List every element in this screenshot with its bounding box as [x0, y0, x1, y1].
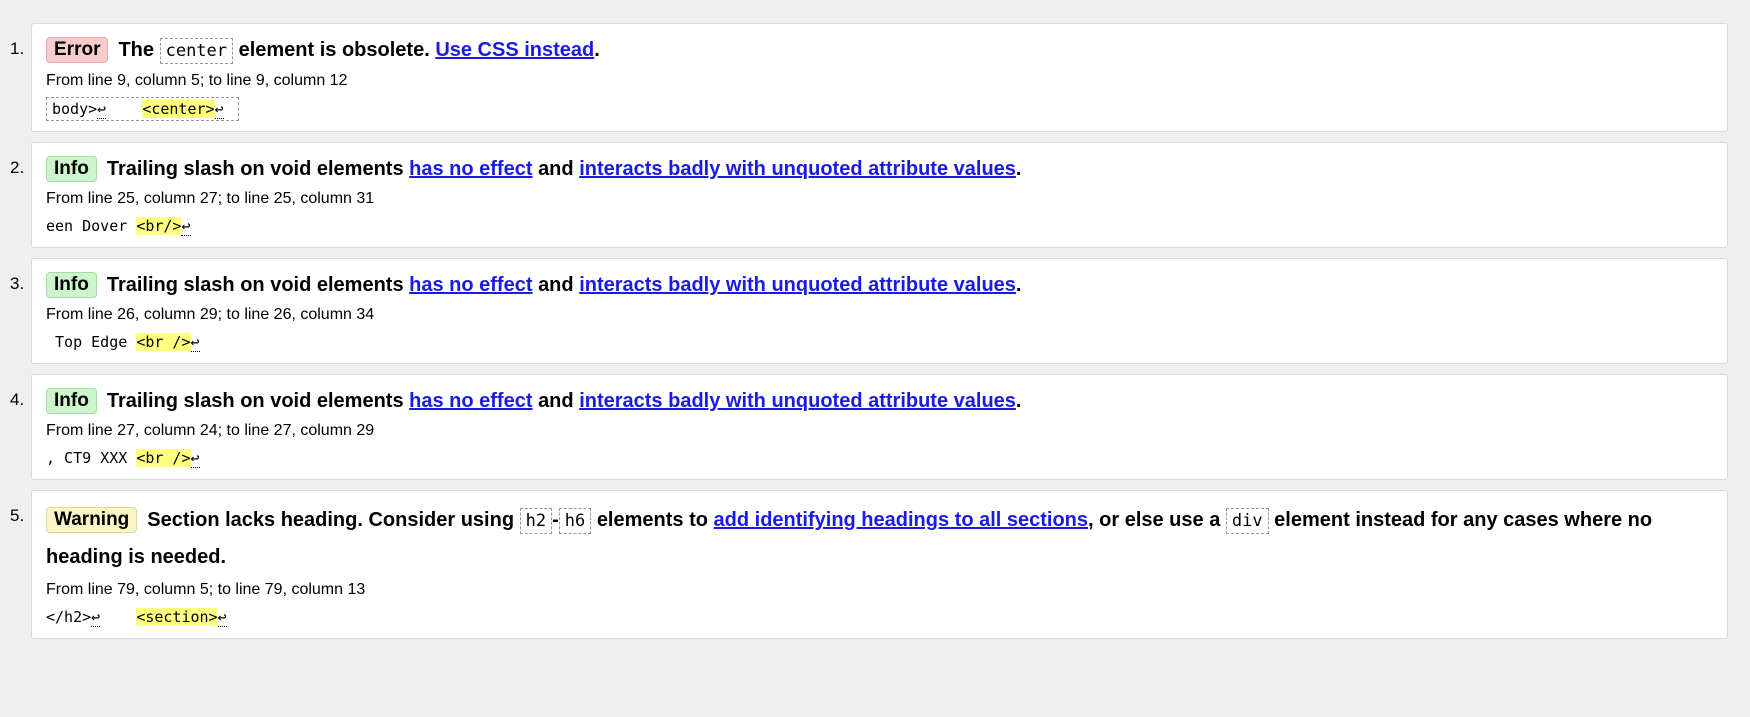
message-text-end: .	[1015, 274, 1022, 296]
message-text: Trailing slash on void elements	[106, 390, 404, 412]
message-text: Section lacks heading. Consider using	[147, 509, 515, 531]
message-text: Trailing slash on void elements	[106, 274, 404, 296]
validation-results-list: 1. Error The center element is obsolete. …	[0, 0, 1750, 639]
message-text: element is obsolete.	[238, 39, 430, 61]
info-badge: Info	[46, 272, 97, 298]
message-text-end: .	[1015, 158, 1022, 180]
linefeed-icon: ↩	[91, 608, 101, 627]
message-number: 5.	[10, 506, 25, 525]
message-item: 5. Warning Section lacks heading. Conside…	[10, 490, 1728, 639]
code-element-name: center	[159, 38, 234, 64]
message-item: 1. Error The center element is obsolete. …	[10, 23, 1728, 132]
code-element-name: h6	[558, 508, 592, 534]
linefeed-icon: ↩	[214, 100, 224, 119]
add-identifying-headings-link[interactable]: add identifying headings to all sections	[714, 509, 1089, 531]
use-css-link[interactable]: Use CSS instead	[435, 39, 594, 61]
extract-highlight: <br/>	[136, 217, 182, 235]
extract-highlight: <br />	[136, 333, 191, 351]
has-no-effect-link[interactable]: has no effect	[409, 274, 532, 296]
source-extract: body>↩ <center>↩	[46, 97, 239, 121]
linefeed-icon: ↩	[217, 608, 227, 627]
message-location: From line 79, column 5; to line 79, colu…	[46, 581, 366, 598]
warning-badge: Warning	[46, 507, 138, 533]
source-extract: Top Edge <br />↩	[46, 331, 200, 353]
unquoted-attribute-values-link[interactable]: interacts badly with unquoted attribute …	[579, 274, 1016, 296]
linefeed-icon: ↩	[190, 333, 200, 352]
message-text: elements to	[596, 509, 708, 531]
message-number: 3.	[10, 274, 25, 293]
extract-highlight: <center>	[142, 100, 215, 118]
extract-context: </h2>	[46, 608, 92, 626]
extract-highlight: <br />	[136, 449, 191, 467]
range-dash: -	[552, 509, 559, 531]
extract-context: , CT9 XXX	[46, 449, 137, 467]
message-text: and	[538, 158, 574, 180]
message-headline: Error The center element is obsolete. Use…	[46, 35, 1713, 66]
message-item: 2. Info Trailing slash on void elements h…	[10, 142, 1728, 248]
message-text: , or else use a	[1088, 509, 1221, 531]
extract-context: een Dover	[46, 217, 137, 235]
extract-context: Top Edge	[46, 333, 137, 351]
message-text: and	[538, 274, 574, 296]
message-headline: Info Trailing slash on void elements has …	[46, 386, 1713, 416]
message-headline: Warning Section lacks heading. Consider u…	[46, 502, 1713, 575]
code-element-name: h2	[519, 508, 553, 534]
message-text: The	[118, 39, 155, 61]
info-badge: Info	[46, 156, 97, 182]
extract-gap	[106, 100, 142, 118]
code-element-name: div	[1225, 508, 1269, 534]
message-item: 3. Info Trailing slash on void elements h…	[10, 258, 1728, 364]
error-badge: Error	[46, 37, 109, 63]
extract-context: body>	[52, 100, 98, 118]
message-text-end: .	[1015, 390, 1022, 412]
message-location: From line 27, column 24; to line 27, col…	[46, 422, 375, 439]
extract-gap	[100, 608, 136, 626]
linefeed-icon: ↩	[97, 100, 107, 119]
source-extract: , CT9 XXX <br />↩	[46, 447, 200, 469]
message-text-end: .	[594, 39, 600, 61]
linefeed-icon: ↩	[190, 449, 200, 468]
linefeed-icon: ↩	[181, 217, 191, 236]
has-no-effect-link[interactable]: has no effect	[409, 158, 532, 180]
message-location: From line 9, column 5; to line 9, column…	[46, 72, 348, 89]
message-location: From line 25, column 27; to line 25, col…	[46, 190, 375, 207]
has-no-effect-link[interactable]: has no effect	[409, 390, 532, 412]
source-extract: een Dover <br/>↩	[46, 215, 191, 237]
unquoted-attribute-values-link[interactable]: interacts badly with unquoted attribute …	[579, 158, 1016, 180]
message-item: 4. Info Trailing slash on void elements h…	[10, 374, 1728, 480]
message-headline: Info Trailing slash on void elements has …	[46, 154, 1713, 184]
message-number: 1.	[10, 39, 25, 58]
info-badge: Info	[46, 388, 97, 414]
unquoted-attribute-values-link[interactable]: interacts badly with unquoted attribute …	[579, 390, 1016, 412]
message-text: Trailing slash on void elements	[106, 158, 404, 180]
message-number: 4.	[10, 390, 25, 409]
message-headline: Info Trailing slash on void elements has …	[46, 270, 1713, 300]
message-number: 2.	[10, 158, 25, 177]
message-text: and	[538, 390, 574, 412]
message-location: From line 26, column 29; to line 26, col…	[46, 306, 375, 323]
extract-highlight: <section>	[136, 608, 218, 626]
source-extract: </h2>↩ <section>↩	[46, 606, 227, 628]
